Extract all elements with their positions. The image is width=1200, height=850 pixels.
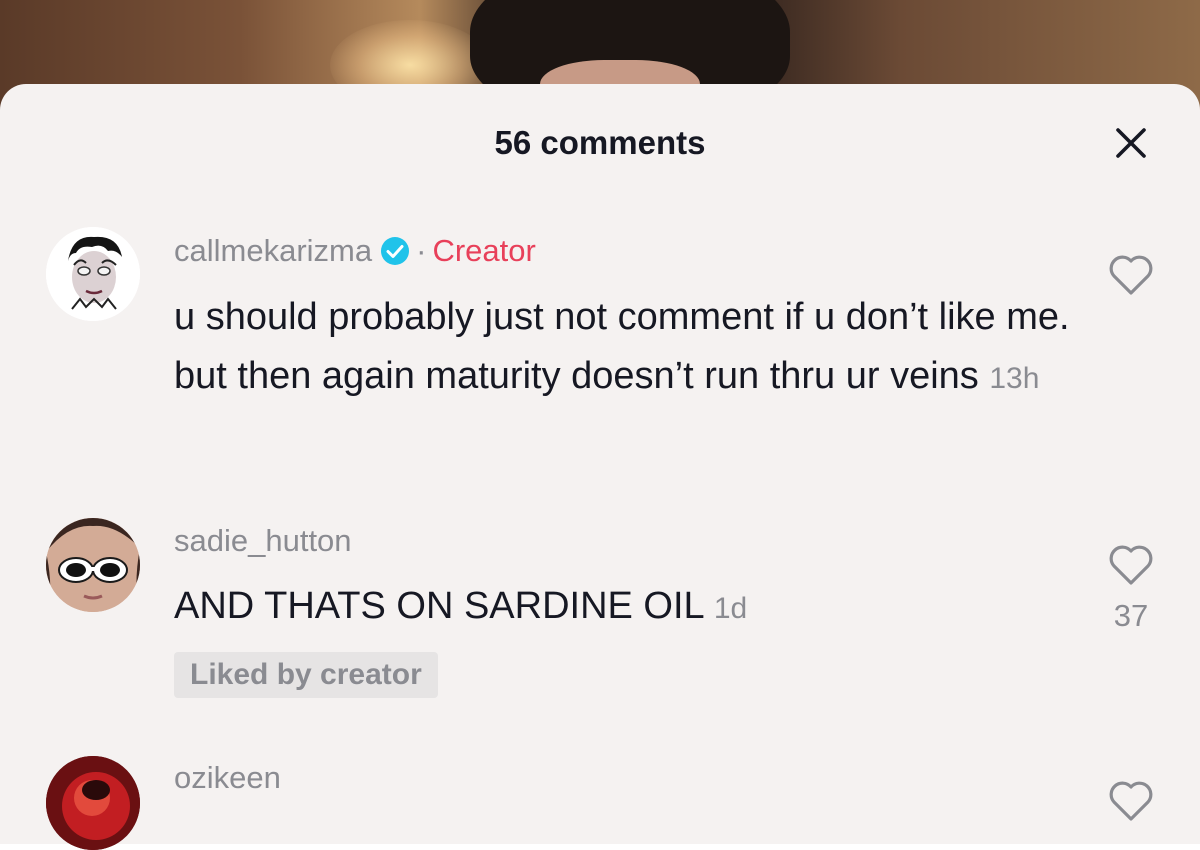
heart-outline-icon[interactable]: [1106, 778, 1156, 824]
heart-outline-icon[interactable]: [1106, 252, 1156, 298]
close-icon[interactable]: [1112, 124, 1150, 162]
comment-username-row: sadie_hutton: [174, 523, 352, 559]
avatar-drawing: [46, 518, 140, 612]
comment-username[interactable]: ozikeen: [174, 760, 281, 795]
comment-timestamp: 13h: [989, 362, 1040, 395]
comment-username-row: callmekarizma · Creator: [174, 233, 536, 269]
comment-text-block: u should probably just not comment if u …: [174, 288, 1074, 408]
comment-username[interactable]: sadie_hutton: [174, 523, 352, 558]
creator-tag: Creator: [432, 233, 536, 268]
separator-dot: ·: [416, 233, 427, 268]
comment-text-block: AND THATS ON SARDINE OIL 1d: [174, 577, 1074, 638]
like-count: 37: [1113, 598, 1149, 633]
avatar-drawing: [46, 227, 140, 321]
comments-sheet: [0, 84, 1200, 844]
comment-timestamp: 1d: [713, 592, 748, 625]
comment-username-row: ozikeen: [174, 760, 281, 796]
comment-text: u should probably just not comment if u …: [174, 296, 1070, 397]
comments-count-title: 56 comments: [494, 124, 706, 161]
avatar[interactable]: [46, 518, 140, 612]
avatar[interactable]: [46, 227, 140, 321]
comment-text: AND THATS ON SARDINE OIL: [174, 585, 704, 627]
comment-username[interactable]: callmekarizma: [174, 233, 372, 268]
heart-outline-icon[interactable]: [1106, 542, 1156, 588]
avatar-drawing: [46, 756, 140, 850]
liked-by-creator-badge: Liked by creator: [174, 652, 438, 698]
avatar[interactable]: [46, 756, 140, 850]
verified-badge-icon: [381, 237, 410, 265]
